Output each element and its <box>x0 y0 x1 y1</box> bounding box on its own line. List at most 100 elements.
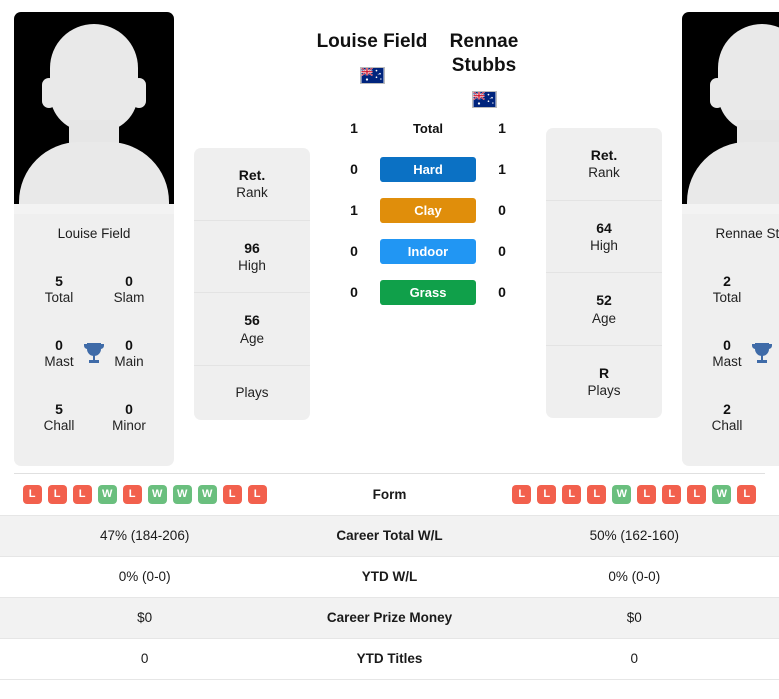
form-badge: L <box>737 484 757 504</box>
right-player-rank-card: Ret. Rank 64 High 52 Age R Plays <box>546 128 662 418</box>
h2h-row-hard: 0 Hard 1 <box>310 156 546 182</box>
form-badge: L <box>22 484 42 504</box>
right-form-strip: LLLLWLLLWL <box>490 484 779 504</box>
row-label-ytd-titles: YTD Titles <box>289 638 490 680</box>
title-stat: 0 Mast <box>698 337 756 371</box>
title-stat-label: Slam <box>768 290 779 307</box>
title-stat-value: 0 <box>125 400 133 417</box>
form-badge: L <box>637 484 657 504</box>
row-label-form: Form <box>289 474 490 516</box>
table-row-career-prize-money: $0 Career Prize Money $0 <box>0 597 779 639</box>
titles-row: 5 Chall 0 Minor <box>24 401 164 435</box>
rank-item-value: 64 <box>596 219 612 236</box>
title-stat: 0 Slam <box>768 273 779 307</box>
form-badge: W <box>97 484 117 504</box>
title-stat-value: 5 <box>55 272 63 289</box>
title-stat: 0 Slam <box>100 273 158 307</box>
h2h-right-score: 1 <box>498 120 506 136</box>
table-row-ytd-wl: 0% (0-0) YTD W/L 0% (0-0) <box>0 556 779 598</box>
form-badge: L <box>72 484 92 504</box>
right-ytd-titles: 0 <box>489 638 779 680</box>
title-stat-value: 2 <box>723 272 731 289</box>
h2h-left-score: 0 <box>350 161 358 177</box>
title-stat-label: Total <box>712 290 742 306</box>
form-badge: W <box>147 484 167 504</box>
h2h-right-score: 0 <box>498 284 506 300</box>
left-player-titles-card: Louise Field 5 Total 0 Slam 0 Mast 0 Mai… <box>14 214 174 466</box>
h2h-right-score: 1 <box>498 161 506 177</box>
title-stat-label: Chall <box>711 418 743 434</box>
avatar-head-shape <box>50 24 138 132</box>
form-badge: L <box>512 484 532 504</box>
h2h-row-indoor: 0 Indoor 0 <box>310 238 546 264</box>
h2h-surface-label: Total <box>412 120 444 136</box>
left-player-name-block: Louise Field <box>310 30 428 84</box>
head-to-head-surface-rows: 1 Total 1 0 Hard 1 1 Clay 0 0 Indoor 0 0 <box>310 116 546 305</box>
rank-item-value: 56 <box>244 312 260 329</box>
form-badge: W <box>612 484 632 504</box>
trophy-icon <box>752 343 772 364</box>
left-player-titles-grid: 5 Total 0 Slam 0 Mast 0 Main 5 Chall 0 M… <box>24 258 164 450</box>
avatar-body-shape <box>687 142 779 204</box>
left-player-rank-card: Ret. Rank 96 High 56 Age Plays <box>194 148 310 420</box>
rank-item-label: High <box>238 257 266 273</box>
right-player-avatar <box>682 12 779 214</box>
avatar-body-shape <box>19 142 169 204</box>
left-player-photo-column: Louise Field 5 Total 0 Slam 0 Mast 0 Mai… <box>14 12 174 466</box>
title-stat-label: Slam <box>113 290 145 306</box>
title-stat-label: Minor <box>112 418 146 434</box>
avatar-head-shape <box>718 24 779 132</box>
titles-row: 2 Chall 0 Minor <box>692 401 779 435</box>
right-career-prize-money: $0 <box>489 597 779 639</box>
comparison-table: LLLWLWWWLL Form LLLLWLLLWL 47% (184-206)… <box>0 474 779 680</box>
form-badge: L <box>122 484 142 504</box>
right-player-card-name: Rennae Stubbs <box>715 226 779 241</box>
rank-item-label: Age <box>239 330 265 346</box>
rank-item-label: Plays <box>587 383 621 399</box>
h2h-right-score: 0 <box>498 202 506 218</box>
form-badge: L <box>662 484 682 504</box>
h2h-row-clay: 1 Clay 0 <box>310 197 546 223</box>
h2h-surface-label-hard: Hard <box>380 156 476 182</box>
rank-item: 52 Age <box>546 273 662 347</box>
right-player-titles-card: Rennae Stubbs 2 Total 0 Slam 0 Mast <box>682 214 779 466</box>
right-player-name-block: Rennae Stubbs <box>428 30 546 108</box>
rank-item-label: Plays <box>235 385 269 401</box>
titles-row: 2 Total 0 Slam <box>692 273 779 307</box>
left-career-total-wl: 47% (184-206) <box>0 515 290 557</box>
title-stat-value: 2 <box>723 400 731 417</box>
left-ytd-titles: 0 <box>0 638 290 680</box>
left-player-rank-column: Ret. Rank 96 High 56 Age Plays <box>194 148 310 420</box>
rank-item: 96 High <box>194 221 310 294</box>
row-label-career-total-wl: Career Total W/L <box>289 515 490 557</box>
title-stat-value: 0 <box>723 336 731 353</box>
title-stat: 0 Mast <box>30 337 88 371</box>
title-stat-value: 0 <box>55 336 63 353</box>
avatar-base-strip <box>14 204 174 214</box>
right-career-total-wl: 50% (162-160) <box>489 515 779 557</box>
row-label-ytd-wl: YTD W/L <box>289 556 490 598</box>
titles-row: 0 Mast 0 Main <box>692 337 779 371</box>
right-player-photo-column: Rennae Stubbs 2 Total 0 Slam 0 Mast <box>682 12 779 466</box>
title-stat-value: 0 <box>768 273 779 291</box>
left-ytd-wl: 0% (0-0) <box>0 556 290 598</box>
title-stat: 0 Minor <box>100 401 158 435</box>
left-player-avatar <box>14 12 174 214</box>
form-badge: L <box>47 484 67 504</box>
h2h-row-grass: 0 Grass 0 <box>310 279 546 305</box>
title-stat: 0 Minor <box>768 401 779 435</box>
form-badge: L <box>587 484 607 504</box>
h2h-surface-label-grass: Grass <box>380 279 476 305</box>
form-badge: W <box>197 484 217 504</box>
titles-row: 5 Total 0 Slam <box>24 273 164 307</box>
form-badge: L <box>222 484 242 504</box>
right-form-cell: LLLLWLLLWL <box>489 474 779 516</box>
title-stat-label: Mast <box>44 354 74 370</box>
left-form-strip: LLLWLWWWLL <box>0 484 289 504</box>
title-stat-value: 0 <box>125 336 133 353</box>
trophy-icon <box>84 343 104 364</box>
player-comparison-header: Louise Field 5 Total 0 Slam 0 Mast 0 Mai… <box>0 0 779 466</box>
title-stat-value: 5 <box>55 400 63 417</box>
right-player-titles-grid: 2 Total 0 Slam 0 Mast <box>692 258 779 450</box>
right-ytd-wl: 0% (0-0) <box>489 556 779 598</box>
